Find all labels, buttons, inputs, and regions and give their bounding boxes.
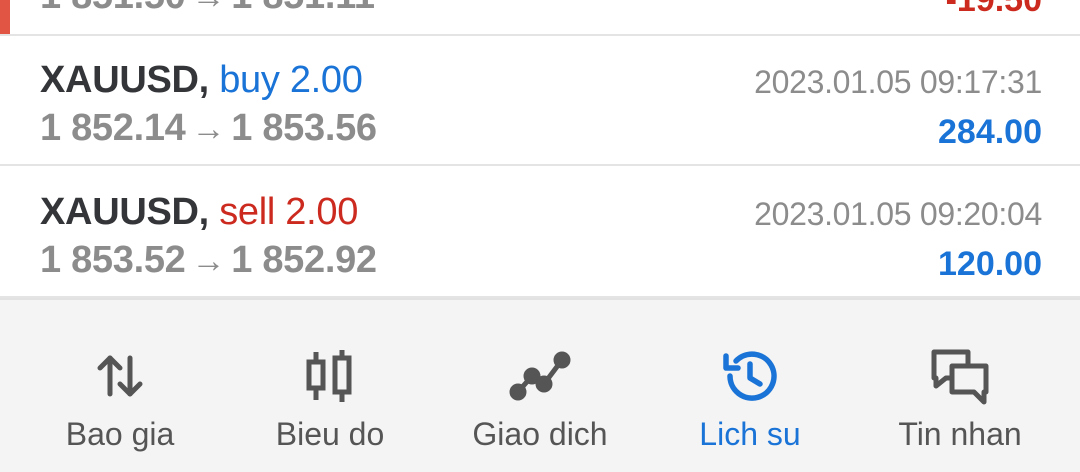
trade-profit: 284.00 — [938, 113, 1042, 151]
close-price: 1 852.92 — [231, 239, 377, 281]
trade-action: buy 2.00 — [219, 59, 363, 101]
trade-row[interactable]: 1 851.50 → 1 851.11 -19.50 — [0, 0, 1080, 36]
nav-item-quotes[interactable]: Bao gia — [12, 300, 228, 472]
nav-item-trade[interactable]: Giao dich — [432, 300, 648, 472]
trade-symbol-line: XAUUSD, buy 2.00 — [40, 58, 363, 102]
close-price: 1 853.56 — [231, 107, 377, 149]
nav-label: Tin nhan — [898, 416, 1022, 452]
nav-item-chart[interactable]: Bieu do — [222, 300, 438, 472]
open-price: 1 853.52 — [40, 239, 186, 281]
swap-vertical-icon — [88, 344, 152, 408]
trade-row[interactable]: XAUUSD, buy 2.00 1 852.14 → 1 853.56 2023.… — [0, 36, 1080, 166]
trade-history-list: 1 851.50 → 1 851.11 -19.50 XAUUSD, buy 2.0… — [0, 0, 1080, 298]
trade-price-line: 1 853.52 → 1 852.92 — [40, 238, 377, 283]
nav-label: Bieu do — [275, 416, 385, 452]
trade-price-line: 1 852.14 → 1 853.56 — [40, 106, 377, 151]
close-price: 1 851.11 — [231, 0, 375, 17]
chat-bubbles-icon — [928, 344, 992, 408]
nav-label: Lich su — [699, 416, 801, 452]
trade-action: sell 2.00 — [219, 191, 359, 233]
trade-symbol: XAUUSD, — [40, 191, 209, 233]
open-price: 1 852.14 — [40, 107, 186, 149]
trade-profit: -19.50 — [945, 0, 1042, 19]
arrow-right-icon: → — [192, 0, 226, 19]
trade-symbol-line: XAUUSD, sell 2.00 — [40, 190, 358, 234]
nav-item-messages[interactable]: Tin nhan — [852, 300, 1068, 472]
open-price: 1 851.50 — [40, 0, 186, 17]
arrow-right-icon: → — [191, 110, 226, 148]
bottom-navigation-bar: Bao gia Bieu do Giao dich Lich su Tin nh… — [0, 298, 1080, 472]
trend-line-icon — [508, 344, 572, 408]
loss-marker — [0, 0, 10, 34]
nav-label: Bao gia — [65, 416, 175, 452]
trade-symbol: XAUUSD, — [40, 59, 209, 101]
trade-time: 2023.01.05 09:17:31 — [754, 64, 1042, 100]
nav-label: Giao dich — [472, 416, 608, 452]
nav-item-history[interactable]: Lich su — [642, 300, 858, 472]
trade-row[interactable]: XAUUSD, sell 2.00 1 853.52 → 1 852.92 2023… — [0, 168, 1080, 298]
history-clock-icon — [718, 344, 782, 408]
trade-time: 2023.01.05 09:20:04 — [754, 196, 1042, 232]
arrow-right-icon: → — [191, 242, 226, 280]
trade-price-line: 1 851.50 → 1 851.11 — [40, 0, 375, 19]
trade-profit: 120.00 — [938, 245, 1042, 283]
candlestick-icon — [298, 344, 362, 408]
